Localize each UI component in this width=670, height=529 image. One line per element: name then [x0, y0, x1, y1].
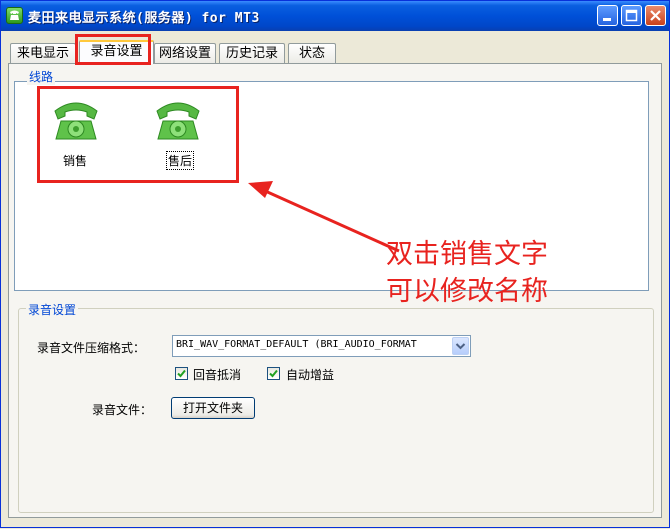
- tab-status[interactable]: 状态: [288, 43, 336, 63]
- echo-cancel-checkbox[interactable]: [175, 367, 188, 380]
- checkmark-icon: [177, 369, 186, 378]
- auto-gain-checkbox[interactable]: [267, 367, 280, 380]
- close-button[interactable]: [645, 5, 666, 26]
- format-label: 录音文件压缩格式：: [37, 341, 146, 355]
- annotation-text: 双击销售文字 可以修改名称: [386, 236, 548, 310]
- title-bar[interactable]: 麦田来电显示系统(服务器) for MT3: [1, 1, 669, 31]
- open-folder-button[interactable]: 打开文件夹: [171, 397, 255, 419]
- minimize-button[interactable]: [597, 5, 618, 26]
- auto-gain-label[interactable]: 自动增益: [286, 366, 334, 383]
- phones-highlight-box: [37, 86, 239, 183]
- close-icon: [650, 10, 661, 21]
- tab-network-settings[interactable]: 网络设置: [154, 43, 216, 63]
- echo-cancel-label[interactable]: 回音抵消: [193, 366, 241, 383]
- app-phone-icon: [6, 7, 23, 24]
- tab-caller-id[interactable]: 来电显示: [10, 43, 76, 63]
- annotation-line-1: 双击销售文字: [386, 239, 548, 270]
- maximize-button[interactable]: [621, 5, 642, 26]
- tab-history[interactable]: 历史记录: [219, 43, 285, 63]
- annotation-line-2: 可以修改名称: [386, 276, 548, 307]
- checkmark-icon: [269, 369, 278, 378]
- lines-group-title: 线路: [27, 68, 56, 85]
- tab-highlight-box: [75, 34, 151, 65]
- minimize-icon: [603, 18, 611, 21]
- recording-group-title: 录音设置: [26, 301, 79, 318]
- format-select-value: BRI_WAV_FORMAT_DEFAULT (BRI_AUDIO_FORMAT: [176, 339, 417, 350]
- recording-file-label: 录音文件：: [92, 403, 153, 417]
- format-select[interactable]: BRI_WAV_FORMAT_DEFAULT (BRI_AUDIO_FORMAT: [172, 335, 471, 357]
- window-title: 麦田来电显示系统(服务器) for MT3: [28, 11, 260, 26]
- maximize-icon: [625, 9, 638, 22]
- chevron-down-icon[interactable]: [452, 337, 469, 355]
- app-window: 麦田来电显示系统(服务器) for MT3 来电显示 录音设置 网络设置 历史记…: [0, 0, 670, 528]
